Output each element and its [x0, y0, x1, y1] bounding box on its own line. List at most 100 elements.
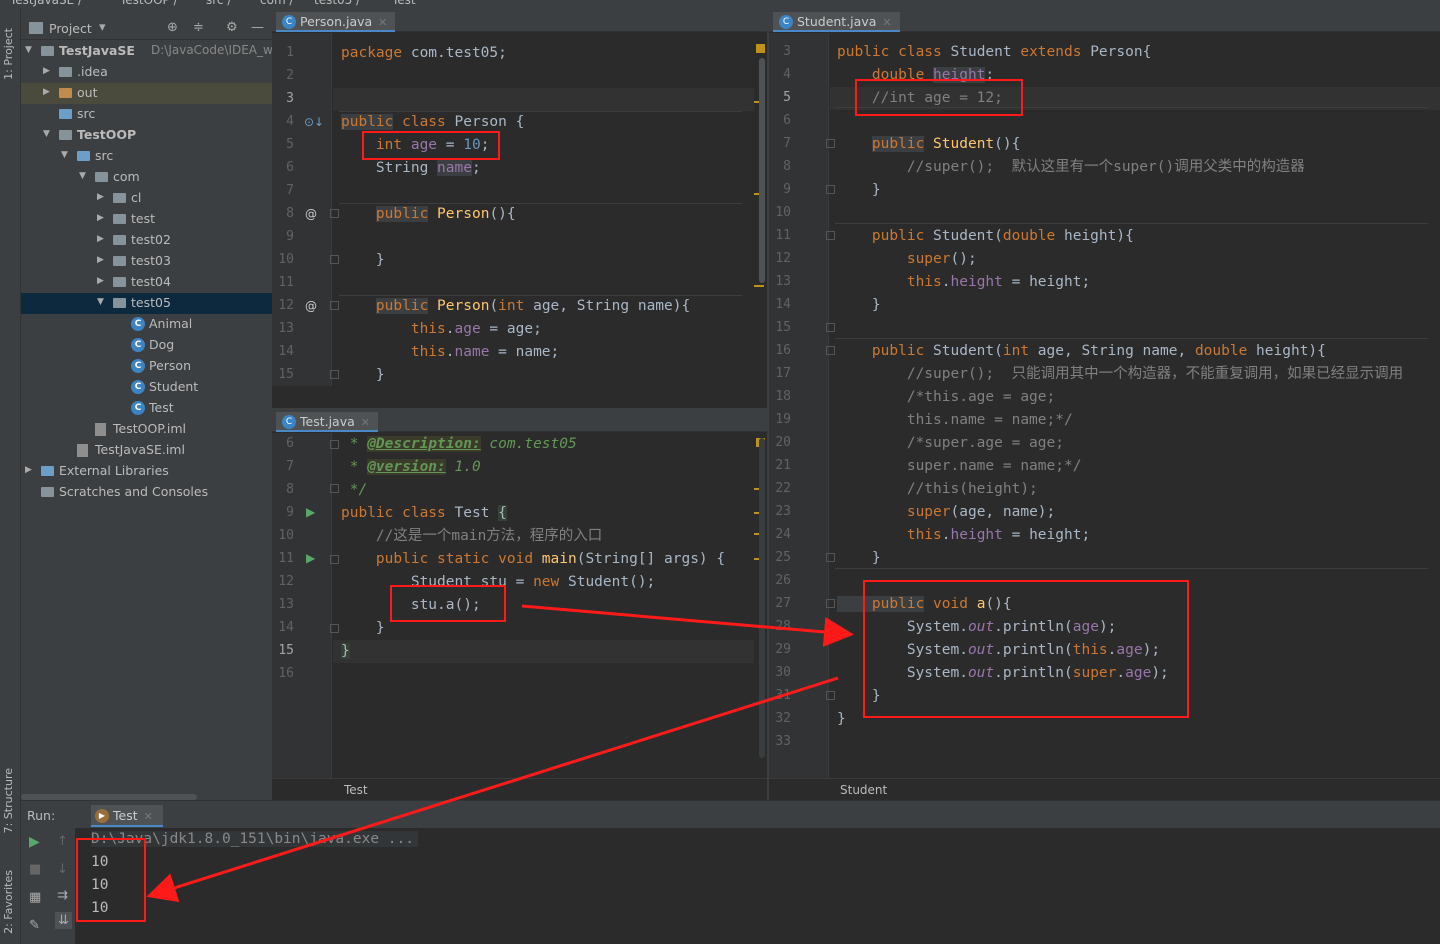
stop-icon[interactable]: ■: [29, 862, 41, 877]
code-line[interactable]: this.height = height;: [837, 271, 1090, 294]
code-line[interactable]: * @Description: com.test05: [341, 433, 577, 456]
code-line[interactable]: }: [837, 708, 846, 731]
student-breadcrumb[interactable]: Student: [769, 778, 1440, 800]
tree-item-src[interactable]: ▼ src: [21, 146, 272, 167]
fold-marker[interactable]: [826, 553, 835, 562]
soft-wrap-icon[interactable]: ⇉: [57, 888, 68, 903]
code-line[interactable]: public Person(){: [341, 203, 516, 226]
code-line[interactable]: }: [341, 364, 385, 386]
up-arrow-icon[interactable]: ↑: [57, 834, 68, 849]
code-line[interactable]: package com.test05;: [341, 42, 507, 65]
tree-item-test[interactable]: ▶ test: [21, 209, 272, 230]
override-icon[interactable]: ⊙↓: [304, 115, 324, 129]
structure-tool-tab[interactable]: 7: Structure: [2, 768, 15, 833]
code-line[interactable]: public Student(double height){: [837, 225, 1134, 248]
chevron-right-icon[interactable]: ▶: [43, 87, 50, 97]
code-line[interactable]: public class Test {: [341, 502, 507, 525]
tree-item-person[interactable]: C Person: [21, 356, 272, 377]
chevron-down-icon[interactable]: ▼: [97, 297, 104, 307]
chevron-down-icon[interactable]: ▼: [43, 129, 50, 139]
tab-person-java[interactable]: C Person.java ✕: [276, 12, 396, 32]
code-line[interactable]: }: [341, 249, 385, 272]
code-line[interactable]: //这是一个main方法，程序的入口: [341, 525, 602, 548]
close-icon[interactable]: ✕: [378, 16, 387, 29]
tree-item-test03[interactable]: ▶ test03: [21, 251, 272, 272]
locate-icon[interactable]: ⊕: [167, 20, 178, 35]
collapse-all-icon[interactable]: ≑: [193, 20, 204, 35]
close-icon[interactable]: ✕: [361, 416, 370, 429]
code-line[interactable]: }: [837, 294, 881, 317]
tree-item-testjavase-iml[interactable]: TestJavaSE.iml: [21, 440, 272, 461]
favorites-tool-tab[interactable]: 2: Favorites: [2, 870, 15, 934]
chevron-right-icon[interactable]: ▶: [97, 255, 104, 265]
fold-marker[interactable]: [826, 346, 835, 355]
tree-item-testoop[interactable]: ▼ TestOOP: [21, 125, 272, 146]
code-line[interactable]: public class Student extends Person{: [837, 41, 1151, 64]
code-line[interactable]: /*super.age = age;: [837, 432, 1064, 455]
chevron-right-icon[interactable]: ▶: [97, 192, 104, 202]
fold-marker[interactable]: [330, 555, 339, 564]
tree-item-student[interactable]: C Student: [21, 377, 272, 398]
code-line[interactable]: //this(height);: [837, 478, 1038, 501]
code-line[interactable]: */: [341, 479, 367, 502]
tab-student-java[interactable]: C Student.java ✕: [773, 12, 900, 32]
code-line[interactable]: public Student(int age, String name, dou…: [837, 340, 1326, 363]
code-line[interactable]: public Student(){: [837, 133, 1020, 156]
run-tab-test[interactable]: ▶ Test ✕: [91, 805, 163, 827]
vertical-scrollbar[interactable]: [759, 438, 765, 758]
scroll-to-end-icon[interactable]: ⇊: [55, 912, 72, 929]
code-line[interactable]: //super(); 默认这里有一个super()调用父类中的构造器: [837, 156, 1305, 179]
layout-icon[interactable]: ▦: [29, 890, 41, 905]
fold-marker[interactable]: [826, 231, 835, 240]
chevron-down-icon[interactable]: ▼: [25, 45, 32, 55]
chevron-right-icon[interactable]: ▶: [25, 465, 32, 475]
code-line[interactable]: }: [837, 179, 881, 202]
tree-item-test[interactable]: C Test: [21, 398, 272, 419]
annotation-icon[interactable]: @: [305, 299, 317, 313]
code-line[interactable]: }: [341, 640, 350, 663]
breadcrumb-item[interactable]: TestOOP /: [120, 0, 178, 7]
tree-item-src[interactable]: src: [21, 104, 272, 125]
breadcrumb-item[interactable]: test05 /: [314, 0, 360, 7]
project-panel-title[interactable]: Project: [49, 21, 92, 36]
fold-marker[interactable]: [826, 691, 835, 700]
tree-item-out[interactable]: ▶ out: [21, 83, 272, 104]
tree-item-animal[interactable]: C Animal: [21, 314, 272, 335]
tree-item-cl[interactable]: ▶ cl: [21, 188, 272, 209]
code-line[interactable]: }: [837, 547, 881, 570]
code-line[interactable]: this.name = name;: [341, 341, 559, 364]
annotation-icon[interactable]: @: [305, 207, 317, 221]
hide-icon[interactable]: —: [251, 20, 264, 35]
code-line[interactable]: }: [341, 617, 385, 640]
tree-item-scratches-and-consoles[interactable]: Scratches and Consoles: [21, 482, 272, 503]
fold-marker[interactable]: [826, 185, 835, 194]
fold-marker[interactable]: [330, 301, 339, 310]
chevron-down-icon[interactable]: ▼: [61, 150, 68, 160]
chevron-right-icon[interactable]: ▶: [97, 276, 104, 286]
gear-icon[interactable]: ⚙: [226, 20, 238, 35]
run-icon[interactable]: ▶: [306, 551, 315, 565]
test-breadcrumb[interactable]: Test: [272, 778, 767, 800]
breadcrumb-item[interactable]: TestJavaSE /: [10, 0, 82, 7]
tree-item--idea[interactable]: ▶ .idea: [21, 62, 272, 83]
breadcrumb-item[interactable]: com /: [260, 0, 294, 7]
code-line[interactable]: /*this.age = age;: [837, 386, 1055, 409]
code-line[interactable]: this.height = height;: [837, 524, 1090, 547]
tree-item-com[interactable]: ▼ com: [21, 167, 272, 188]
chevron-right-icon[interactable]: ▶: [97, 213, 104, 223]
code-line[interactable]: public Person(int age, String name){: [341, 295, 690, 318]
code-line[interactable]: super(age, name);: [837, 501, 1055, 524]
tree-item-testjavase[interactable]: ▼ TestJavaSE D:\JavaCode\IDEA_work: [21, 41, 272, 62]
pin-icon[interactable]: ✎: [29, 918, 40, 933]
fold-marker[interactable]: [826, 323, 835, 332]
code-line[interactable]: public static void main(String[] args) {: [341, 548, 725, 571]
chevron-right-icon[interactable]: ▶: [43, 66, 50, 76]
code-line[interactable]: super.name = name;*/: [837, 455, 1082, 478]
chevron-right-icon[interactable]: ▶: [97, 234, 104, 244]
tree-item-testoop-iml[interactable]: TestOOP.iml: [21, 419, 272, 440]
rerun-icon[interactable]: ▶: [29, 834, 40, 850]
fold-marker[interactable]: [330, 440, 339, 449]
down-arrow-icon[interactable]: ↓: [57, 862, 68, 877]
close-icon[interactable]: ✕: [144, 810, 153, 823]
fold-marker[interactable]: [826, 139, 835, 148]
